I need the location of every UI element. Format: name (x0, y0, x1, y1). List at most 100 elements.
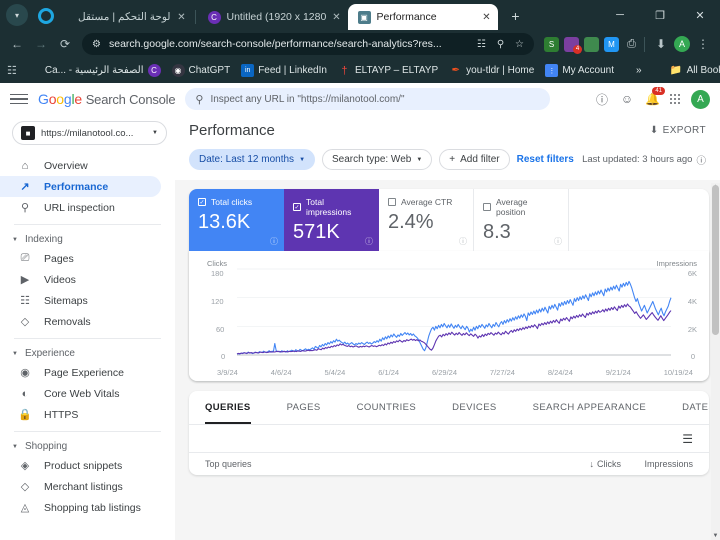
metric-average-ctr[interactable]: Average CTR 2.4% ⓘ (379, 189, 474, 251)
help-icon[interactable]: ⓘ (554, 236, 562, 247)
tab-pages[interactable]: PAGES (287, 391, 321, 424)
table-column-clicks[interactable]: ↓ Clicks (549, 459, 622, 469)
bookmark-4[interactable]: ✒ you-tldr | Home (449, 64, 534, 77)
tab-dates[interactable]: DATES (682, 391, 709, 424)
sidebar-section-experience[interactable]: ▼ Experience (0, 345, 175, 362)
tab-search-chevron-icon[interactable]: ▾ (6, 4, 28, 26)
extension-badge: 4 (573, 44, 582, 54)
bookmark-3[interactable]: † ELTAYP – ELTAYP (338, 64, 438, 77)
vertical-scrollbar[interactable]: ▲ ▼ (711, 183, 720, 540)
scroll-down-arrow-icon[interactable]: ▼ (711, 533, 720, 539)
bookmarks-bar: ☷ C الصفحة الرئيسية - ...Ca ◉ ChatGPT in… (0, 58, 720, 83)
sidebar-item-core-web-vitals[interactable]: ◐ Core Web Vitals (0, 383, 161, 404)
sidebar-item-removals[interactable]: ◇ Removals (0, 311, 161, 332)
tab-2[interactable]: ▣ Performance ✕ (347, 4, 498, 30)
bookmark-5[interactable]: ⋮ My Account (545, 64, 614, 77)
reload-button[interactable]: ⟳ (54, 33, 76, 55)
sidebar-item-merchant-listings[interactable]: ◇ Merchant listings (0, 476, 161, 497)
date-filter-chip[interactable]: Date: Last 12 months ▼ (189, 149, 316, 170)
search-type-filter-chip[interactable]: Search type: Web ▼ (322, 149, 433, 170)
maximize-button[interactable]: ❐ (640, 0, 680, 30)
notifications-bell-icon[interactable]: 🔔 41 (645, 87, 665, 106)
sidebar-item-performance[interactable]: ↗ Performance (0, 176, 161, 197)
checkbox-checked-icon[interactable]: ✓ (198, 198, 206, 206)
scrollbar-thumb[interactable] (712, 185, 719, 335)
url-inspection-input[interactable]: ⚲ Inspect any URL in "https://milanotool… (185, 88, 551, 110)
puzzle-extensions-icon[interactable]: ⎙ (624, 37, 639, 52)
help-icon[interactable]: ⓘ (595, 91, 609, 108)
back-button[interactable]: ← (6, 33, 28, 55)
help-icon[interactable]: ⓘ (270, 236, 278, 247)
close-window-button[interactable]: ✕ (680, 0, 720, 30)
metric-total-impressions[interactable]: ✓ Total impressions 571K ⓘ (284, 189, 379, 251)
site-settings-icon[interactable]: ⚙ (90, 39, 103, 50)
table-column-impressions[interactable]: Impressions (621, 459, 693, 469)
metric-average-position[interactable]: Average position 8.3 ⓘ (474, 189, 569, 251)
chevron-down-icon: ▼ (299, 156, 306, 163)
tab-countries[interactable]: COUNTRIES (357, 391, 417, 424)
checkbox-unchecked-icon[interactable] (483, 203, 491, 211)
search-icon[interactable]: ⚲ (494, 39, 507, 50)
performance-chart-card: Clicks Impressions 180 120 60 0 6K 4K 2K (189, 251, 709, 381)
property-selector[interactable]: ■ https://milanotool.co... ▼ (12, 121, 167, 145)
help-icon[interactable]: ⓘ (365, 236, 373, 247)
tab-devices[interactable]: DEVICES (452, 391, 497, 424)
tab-2-close-icon[interactable]: ✕ (482, 12, 492, 23)
tab-1-title: Untitled (1920 x 1280 px) (1920 (226, 11, 326, 23)
purple-extension-icon[interactable]: 4 (564, 36, 582, 54)
sidebar-item-product-snippets[interactable]: ◈ Product snippets (0, 455, 161, 476)
sidebar-item-videos[interactable]: ▶ Videos (0, 269, 161, 290)
checkbox-unchecked-icon[interactable] (388, 198, 396, 206)
profile-avatar[interactable]: A (674, 36, 690, 52)
menu-hamburger-icon[interactable] (10, 93, 28, 105)
sidebar-section-indexing[interactable]: ▼ Indexing (0, 231, 175, 248)
minimize-button[interactable]: ─ (600, 0, 640, 30)
add-filter-button[interactable]: + Add filter (439, 149, 510, 170)
sidebar-section-shopping[interactable]: ▼ Shopping (0, 438, 175, 455)
tab-search-appearance[interactable]: SEARCH APPEARANCE (533, 391, 646, 424)
bookmark-2[interactable]: in Feed | LinkedIn (241, 64, 327, 77)
sidebar-item-sitemaps[interactable]: ☷ Sitemaps (0, 290, 161, 311)
help-icon[interactable]: ⓘ (459, 236, 467, 247)
downloads-icon[interactable]: ⬇ (650, 33, 672, 55)
all-bookmarks-button[interactable]: 📁 All Bookmarks (670, 64, 720, 77)
gsc-avatar[interactable]: A (691, 89, 710, 109)
metric-total-clicks[interactable]: ✓ Total clicks 13.6K ⓘ (189, 189, 284, 251)
sidebar-item-pages[interactable]: ⎚ Pages (0, 248, 161, 269)
filter-list-icon[interactable]: ☰ (682, 432, 693, 446)
tab-0-close-icon[interactable]: ✕ (177, 12, 187, 23)
green-extension-icon[interactable] (584, 36, 599, 52)
translate-icon[interactable]: ☷ (475, 39, 488, 50)
bookmarks-overflow-button[interactable]: » (636, 65, 642, 76)
tab-queries[interactable]: QUERIES (205, 391, 251, 424)
checkbox-checked-icon[interactable]: ✓ (293, 203, 301, 211)
tab-0[interactable]: لوحة التحكم | مستقل ✕ (68, 4, 193, 30)
sidebar-item-shopping-tab-listings[interactable]: ◬ Shopping tab listings (0, 497, 161, 518)
apps-shortcut-icon[interactable]: ☷ (7, 60, 17, 82)
sidebar-item-https[interactable]: 🔒 HTTPS (0, 404, 161, 425)
sidebar-item-url-inspection[interactable]: ⚲ URL inspection (0, 197, 161, 218)
account-settings-icon[interactable]: ☺ (620, 92, 634, 106)
bookmark-1[interactable]: ◉ ChatGPT (171, 64, 230, 77)
browser-menu-icon[interactable]: ⋮ (692, 33, 714, 55)
mailtrack-extension-icon[interactable]: M (604, 36, 619, 52)
forward-button[interactable]: → (30, 33, 52, 55)
table-header-row: Top queries ↓ Clicks Impressions (189, 453, 709, 475)
help-icon[interactable]: ⓘ (696, 153, 706, 167)
sidebar-item-page-experience[interactable]: ◉ Page Experience (0, 362, 161, 383)
sidebar-item-overview[interactable]: ⌂ Overview (0, 155, 161, 176)
performance-chart[interactable]: Clicks Impressions 180 120 60 0 6K 4K 2K (199, 259, 699, 367)
address-bar[interactable]: ⚙ search.google.com/search-console/perfo… (82, 33, 534, 55)
new-tab-button[interactable]: + (506, 8, 526, 24)
apps-grid-icon[interactable] (670, 94, 680, 104)
export-button[interactable]: ⬇ EXPORT (650, 122, 706, 136)
table-filter-row: ☰ (189, 425, 709, 453)
tab-1-close-icon[interactable]: ✕ (332, 12, 342, 23)
core-web-vitals-icon: ◐ (21, 387, 29, 400)
detail-tabs-card: QUERIES PAGES COUNTRIES DEVICES SEARCH A… (189, 391, 709, 475)
grammar-extension-icon[interactable]: S (544, 36, 559, 52)
bookmark-0[interactable]: C الصفحة الرئيسية - ...Ca (45, 64, 161, 77)
bookmark-star-icon[interactable]: ☆ (513, 39, 526, 50)
tab-1[interactable]: C Untitled (1920 x 1280 px) (1920 ✕ (198, 4, 348, 30)
reset-filters-button[interactable]: Reset filters (517, 154, 574, 165)
